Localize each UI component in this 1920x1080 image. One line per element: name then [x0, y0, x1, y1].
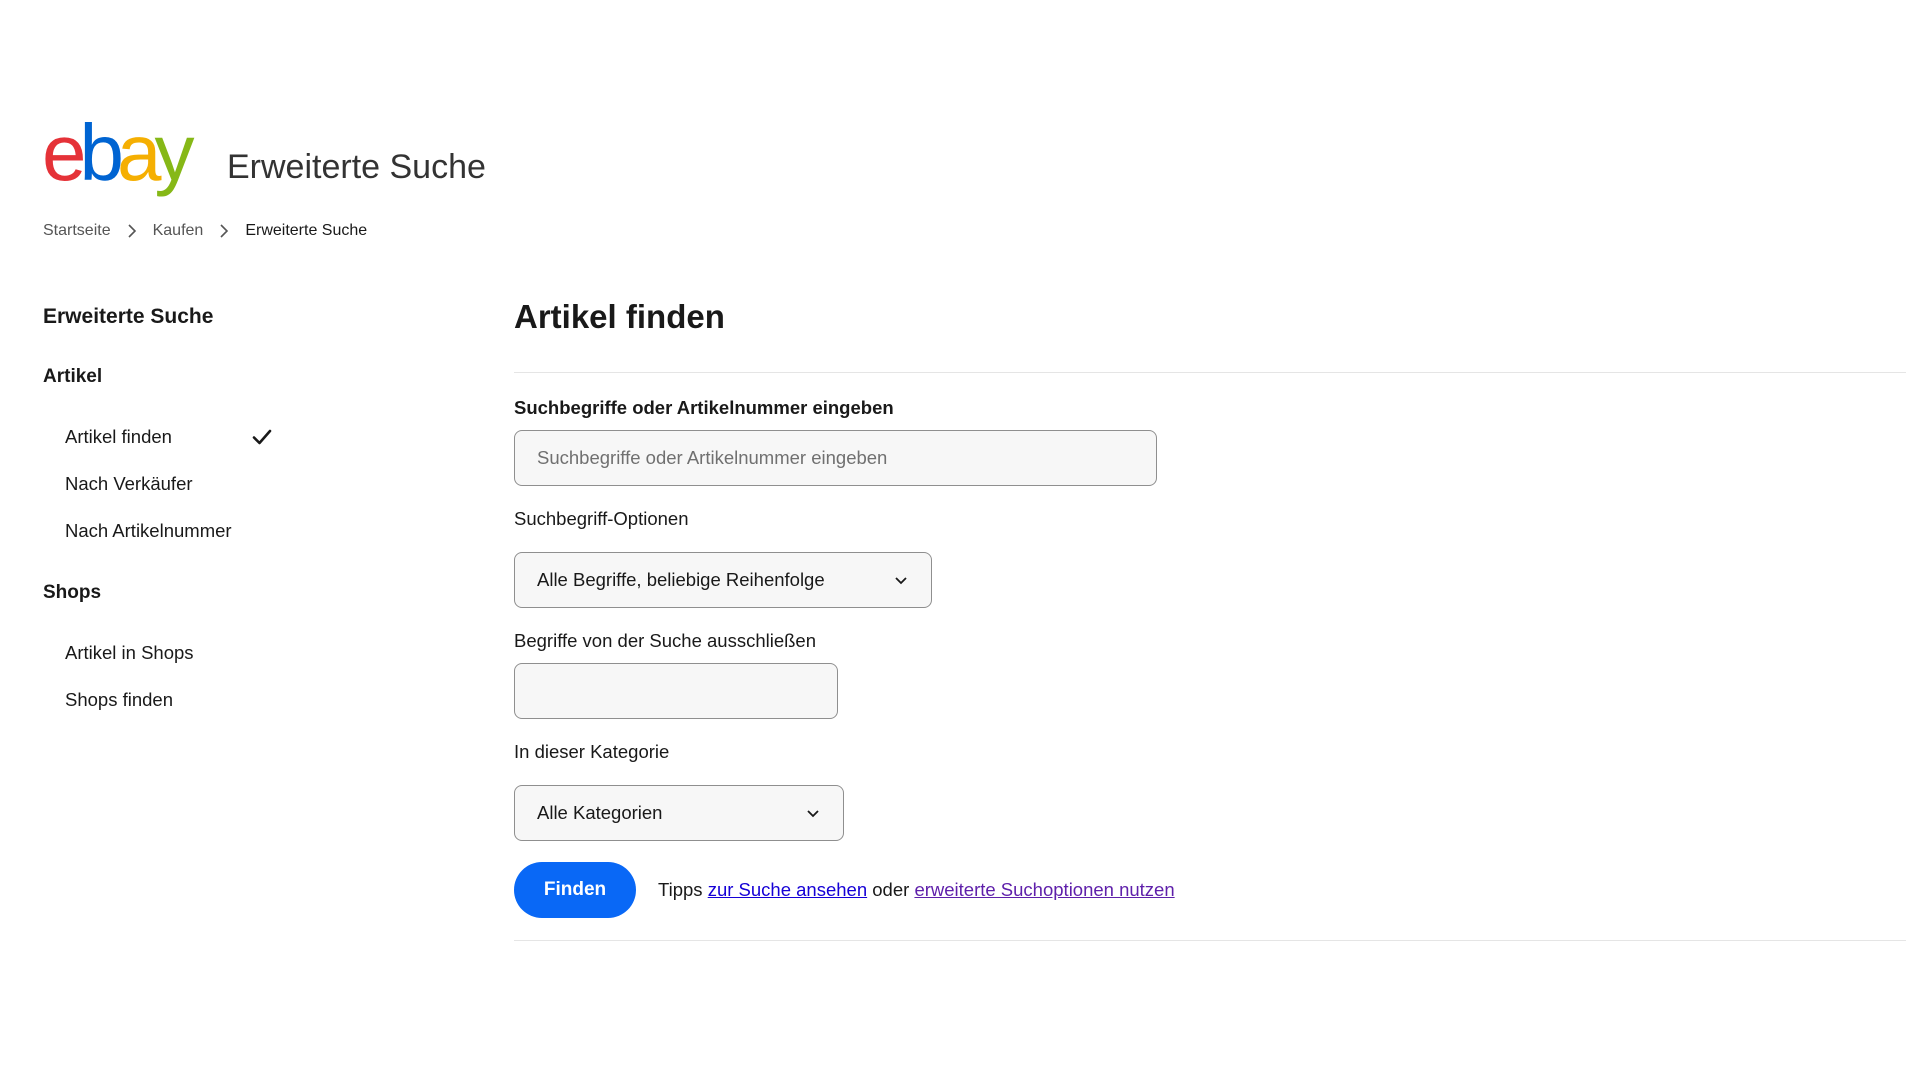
keyword-options-select[interactable]: Alle Begriffe, beliebige Reihenfolge: [514, 552, 932, 608]
keywords-label: Suchbegriffe oder Artikelnummer eingeben: [514, 397, 894, 418]
sidebar-group-artikel: Artikel: [43, 366, 103, 387]
sidebar-item-nach-artikelnummer[interactable]: Nach Artikelnummer: [65, 520, 232, 542]
keyword-options-label: Suchbegriff-Optionen: [514, 508, 689, 529]
sidebar-item-nach-verkaeufer[interactable]: Nach Verkäufer: [65, 473, 193, 495]
logo-letter-y: y: [154, 108, 195, 197]
main-title: Artikel finden: [514, 298, 725, 335]
exclude-input[interactable]: [514, 663, 838, 719]
category-label: In dieser Kategorie: [514, 741, 670, 762]
find-button[interactable]: Finden: [514, 862, 636, 918]
sidebar-item-artikel-in-shops[interactable]: Artikel in Shops: [65, 642, 194, 664]
tips-middle: oder: [872, 879, 910, 900]
logo-letter-b: b: [79, 108, 124, 197]
sidebar-item-artikel-finden[interactable]: Artikel finden: [65, 426, 172, 448]
divider-top: [514, 372, 1906, 373]
breadcrumb-buy-link[interactable]: Kaufen: [153, 222, 204, 240]
checkmark-icon: [251, 426, 273, 448]
tips-prefix: Tipps: [658, 879, 703, 900]
sidebar-group-shops: Shops: [43, 582, 102, 603]
logo-letter-e: e: [42, 108, 86, 197]
keywords-input[interactable]: [514, 430, 1157, 486]
chevron-down-icon: [893, 572, 909, 588]
chevron-right-icon: [215, 222, 233, 240]
category-value: Alle Kategorien: [537, 802, 663, 823]
ebay-logo[interactable]: e b a y: [42, 108, 195, 197]
page-heading: Erweiterte Suche: [227, 148, 486, 186]
exclude-label: Begriffe von der Suche ausschließen: [514, 630, 817, 651]
divider-bottom: [514, 940, 1906, 941]
breadcrumb-current: Erweiterte Suche: [245, 222, 368, 239]
breadcrumb: Startseite Kaufen Erweiterte Suche: [43, 222, 367, 240]
advanced-options-link[interactable]: erweiterte Suchoptionen nutzen: [914, 879, 1174, 900]
logo-letter-a: a: [117, 108, 161, 197]
search-tips: Tipps zur Suche ansehen oder erweiterte …: [658, 879, 1175, 901]
chevron-down-icon: [805, 805, 821, 821]
sidebar-item-shops-finden[interactable]: Shops finden: [65, 689, 173, 711]
category-select[interactable]: Alle Kategorien: [514, 785, 844, 841]
breadcrumb-home-link[interactable]: Startseite: [43, 222, 111, 240]
search-tips-link[interactable]: zur Suche ansehen: [708, 879, 867, 900]
chevron-right-icon: [123, 222, 141, 240]
sidebar-title: Erweiterte Suche: [43, 305, 214, 328]
advanced-search-page: e b a y Erweiterte Suche Startseite Kauf…: [0, 0, 1920, 1080]
keyword-options-value: Alle Begriffe, beliebige Reihenfolge: [537, 569, 825, 590]
